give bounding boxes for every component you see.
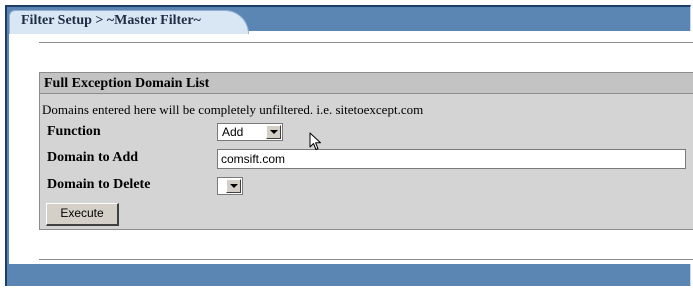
section-description: Domains entered here will be completely … <box>42 102 424 117</box>
domain-to-delete-label: Domain to Delete <box>47 177 151 192</box>
function-label: Function <box>47 124 101 139</box>
mouse-pointer-icon <box>309 132 321 150</box>
function-select[interactable]: Add <box>217 123 283 141</box>
section-title: Full Exception Domain List <box>44 76 210 91</box>
domain-to-add-input[interactable]: comsift.com <box>217 149 686 169</box>
execute-button[interactable]: Execute <box>46 203 119 226</box>
chevron-down-icon[interactable] <box>226 179 241 193</box>
divider-bottom <box>39 259 693 261</box>
domain-to-delete-select[interactable] <box>217 177 243 195</box>
domain-to-add-label: Domain to Add <box>47 150 139 165</box>
tab-label: Filter Setup > ~Master Filter~ <box>21 13 201 28</box>
section-header: Full Exception Domain List <box>40 73 693 94</box>
function-select-value: Add <box>222 125 244 139</box>
domain-to-add-value: comsift.com <box>221 152 286 166</box>
chevron-down-icon[interactable] <box>266 125 281 139</box>
exception-domain-section: Full Exception Domain List Domains enter… <box>39 72 693 230</box>
divider-top <box>39 42 693 44</box>
